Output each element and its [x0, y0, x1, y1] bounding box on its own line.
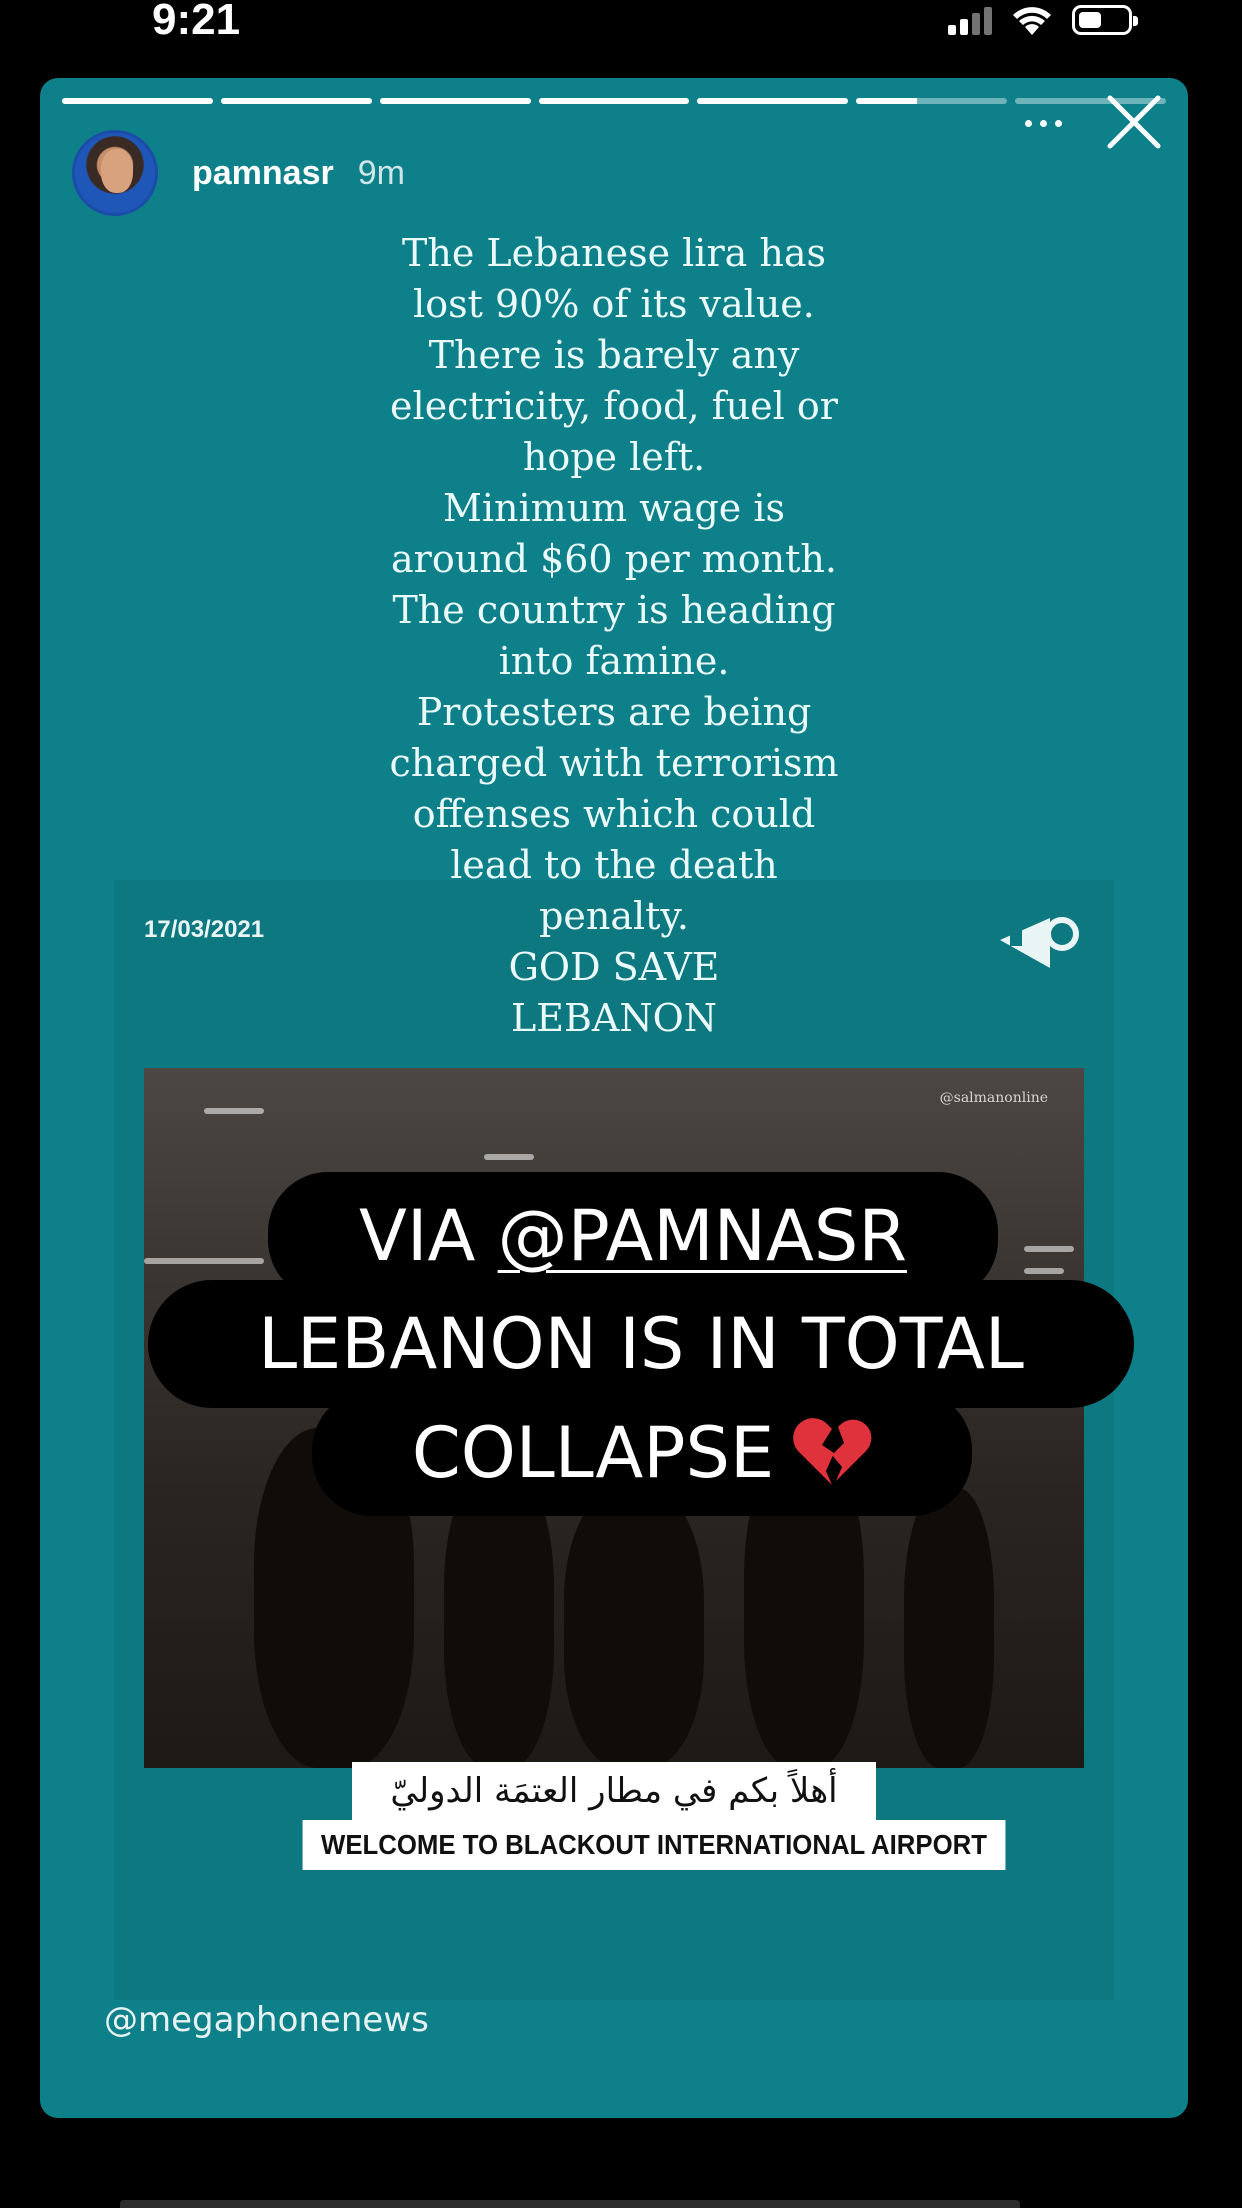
progress-segment: [62, 98, 213, 104]
story-container[interactable]: pamnasr 9m 17/03/2021 @salmanonline أهلا…: [40, 78, 1188, 2118]
more-options-icon[interactable]: [1018, 108, 1068, 138]
story-progress-bar: [62, 98, 1167, 104]
text-sticker-line-3: COLLAPSE: [312, 1390, 972, 1516]
story-header: pamnasr 9m: [72, 128, 1168, 218]
mention-link[interactable]: @PAMNASR: [498, 1195, 907, 1277]
status-time: 9:21: [152, 0, 241, 44]
story-time-ago: 9m: [357, 153, 405, 192]
caption-english: WELCOME TO BLACKOUT INTERNATIONAL AIRPOR…: [302, 1820, 1006, 1870]
sticker-collapse: COLLAPSE: [411, 1412, 775, 1494]
broken-heart-icon: [793, 1418, 872, 1485]
caption-arabic: أهلاً بكم في مطار العتمَة الدوليّ: [352, 1762, 876, 1820]
video-credit: @salmanonline: [939, 1090, 1048, 1106]
progress-segment: [697, 98, 849, 104]
home-indicator[interactable]: [120, 2200, 1020, 2208]
avatar[interactable]: [72, 130, 158, 216]
close-icon[interactable]: [1104, 92, 1164, 152]
progress-segment: [538, 98, 690, 104]
story-username[interactable]: pamnasr: [192, 154, 334, 193]
progress-segment: [379, 98, 531, 104]
text-sticker-line-2: LEBANON IS IN TOTAL: [148, 1280, 1134, 1408]
wifi-icon: [1013, 7, 1051, 35]
battery-icon: [1072, 5, 1138, 35]
story-post-text: The Lebanese lira has lost 90% of its va…: [389, 231, 839, 1040]
news-handle: @megaphonenews: [104, 2000, 429, 2040]
progress-segment: [220, 98, 372, 104]
cellular-signal-icon: [948, 5, 992, 35]
sticker-via: VIA: [358, 1195, 498, 1277]
progress-segment: [856, 98, 1008, 104]
status-icons: [948, 2, 1138, 38]
